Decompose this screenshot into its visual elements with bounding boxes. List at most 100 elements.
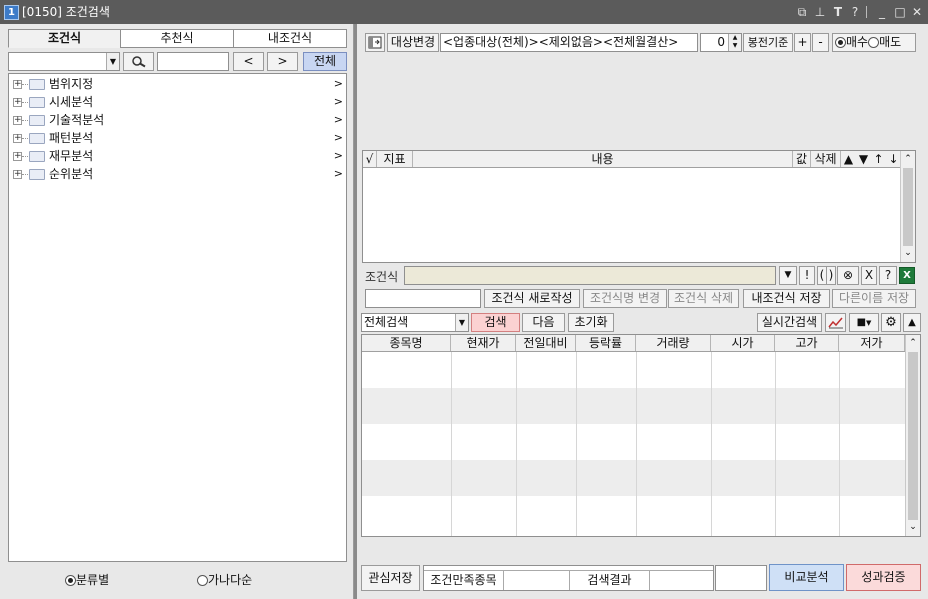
next-button[interactable]: > [267,52,298,71]
gear-icon[interactable]: ⚙ [881,313,901,332]
radio-off-icon[interactable] [197,575,208,586]
minimize-icon[interactable]: _ [875,4,889,20]
chevron-down-icon[interactable]: ▼ [106,53,119,70]
results-scrollbar[interactable]: ⌃ ⌄ [905,335,920,536]
col-name[interactable]: 종목명 [362,335,451,351]
search-input[interactable] [157,52,229,71]
table-row[interactable] [362,352,905,388]
condition-tree[interactable]: + 범위지정 > + 시세분석 > + 기술적분석 > + 패턴분석 > + 재… [8,73,347,562]
op-x-button[interactable]: X [861,266,877,285]
help-button[interactable]: ? [879,266,897,285]
sort-by-category[interactable]: 분류별 [65,573,109,587]
window-number-badge: 1 [4,5,19,20]
search-run-button[interactable]: 검색 [471,313,520,332]
tree-item[interactable]: + 범위지정 > [9,75,346,93]
tree-item[interactable]: + 재무분석 > [9,147,346,165]
col-divider [451,352,452,536]
tab-recommended[interactable]: 추천식 [120,29,234,48]
chart-button[interactable] [825,313,846,332]
prev-button[interactable]: < [233,52,264,71]
radio-on-icon[interactable] [835,37,846,48]
col-divider [636,352,637,536]
buy-radio-label[interactable]: 매수 [846,35,868,49]
sell-radio-label[interactable]: 매도 [879,35,901,49]
next-page-button[interactable]: 다음 [522,313,565,332]
help-icon[interactable]: ? [848,4,862,20]
tab-condition[interactable]: 조건식 [8,29,121,48]
sort-by-alpha[interactable]: 가나다순 [197,573,252,587]
close-icon[interactable]: ✕ [910,4,924,20]
tree-item[interactable]: + 패턴분석 > [9,129,346,147]
op-xor-button[interactable]: ⊗ [837,266,859,285]
maximize-icon[interactable]: □ [893,4,907,20]
expand-icon[interactable]: + [13,134,22,143]
condition-input[interactable] [404,266,776,285]
new-condition-button[interactable]: 조건식 새로작성 [484,289,580,308]
performance-button[interactable]: 성과검증 [846,564,921,591]
plus-button[interactable]: + [794,33,811,52]
scroll-thumb[interactable] [908,352,918,520]
tree-item[interactable]: + 순위분석 > [9,165,346,183]
table-row[interactable] [362,496,905,532]
results-grid[interactable]: 종목명 현재가 전일대비 등락률 거래량 시가 고가 저가 ⌃ ⌄ [361,334,921,537]
collapse-up-icon[interactable]: ▲ [903,313,921,332]
scroll-up-icon[interactable]: ⌃ [906,336,920,351]
save-interest-button[interactable]: 관심저장 [361,565,420,591]
tab-my-conditions[interactable]: 내조건식 [233,29,347,48]
op-close-paren-button[interactable]: ) [826,266,836,285]
radio-on-icon[interactable] [65,575,76,586]
col-divider [839,352,840,536]
col-high[interactable]: 고가 [775,335,839,351]
save-my-condition-button[interactable]: 내조건식 저장 [743,289,830,308]
col-change[interactable]: 전일대비 [516,335,576,351]
minus-button[interactable]: - [812,33,829,52]
realtime-search-button[interactable]: 실시간검색 [757,313,822,332]
pin-icon[interactable]: ⊥ [813,4,827,20]
move-bottom-button[interactable]: ▼ [856,151,871,167]
scroll-thumb[interactable] [903,168,913,246]
candle-spinner[interactable]: 0 ▲ ▼ [700,33,742,52]
condition-name-input[interactable] [365,289,481,308]
indicator-scrollbar[interactable]: ⌃ ⌄ [900,151,915,262]
move-down-button[interactable]: ↓ [886,151,901,167]
move-top-button[interactable]: ▲ [841,151,856,167]
reset-button[interactable]: 초기화 [568,313,614,332]
table-row[interactable] [362,388,905,424]
target-change-button[interactable]: 대상변경 [387,33,439,52]
expand-icon[interactable]: + [13,98,22,107]
expand-icon[interactable]: + [13,152,22,161]
search-button[interactable] [123,52,154,71]
all-button[interactable]: 전체 [303,52,347,71]
expand-icon[interactable]: + [13,116,22,125]
window-icon[interactable]: ⧉ [795,4,809,20]
table-row[interactable] [362,424,905,460]
col-low[interactable]: 저가 [839,335,905,351]
scroll-down-icon[interactable]: ⌄ [906,520,920,535]
target-toggle-button[interactable] [365,33,385,52]
chevron-down-icon[interactable]: ▼ [455,314,468,331]
spinner-arrows-icon[interactable]: ▲ ▼ [728,34,741,51]
view-mode-button[interactable]: ■▼ [849,313,879,332]
col-volume[interactable]: 거래량 [636,335,711,351]
col-rate[interactable]: 등락률 [576,335,636,351]
table-row[interactable] [362,460,905,496]
col-price[interactable]: 현재가 [451,335,516,351]
scroll-down-icon[interactable]: ⌄ [901,246,915,261]
tree-item[interactable]: + 시세분석 > [9,93,346,111]
radio-off-icon[interactable] [868,37,880,48]
op-not-button[interactable]: ! [799,266,815,285]
expand-icon[interactable]: + [13,170,22,179]
tree-item[interactable]: + 기술적분석 > [9,111,346,129]
chevron-down-icon[interactable]: ▼ [866,319,871,327]
compare-button[interactable]: 비교분석 [769,564,844,591]
col-open[interactable]: 시가 [711,335,775,351]
move-up-button[interactable]: ↑ [871,151,886,167]
text-icon[interactable]: T [831,4,845,20]
category-combo[interactable]: ▼ [8,52,120,71]
search-mode-select[interactable]: 전체검색 ▼ [361,313,469,332]
condition-dropdown-button[interactable]: ▼ [779,266,797,285]
expand-icon[interactable]: + [13,80,22,89]
excel-icon[interactable]: X [899,267,915,284]
col-delete: 삭제 [811,151,841,167]
scroll-up-icon[interactable]: ⌃ [901,152,915,167]
